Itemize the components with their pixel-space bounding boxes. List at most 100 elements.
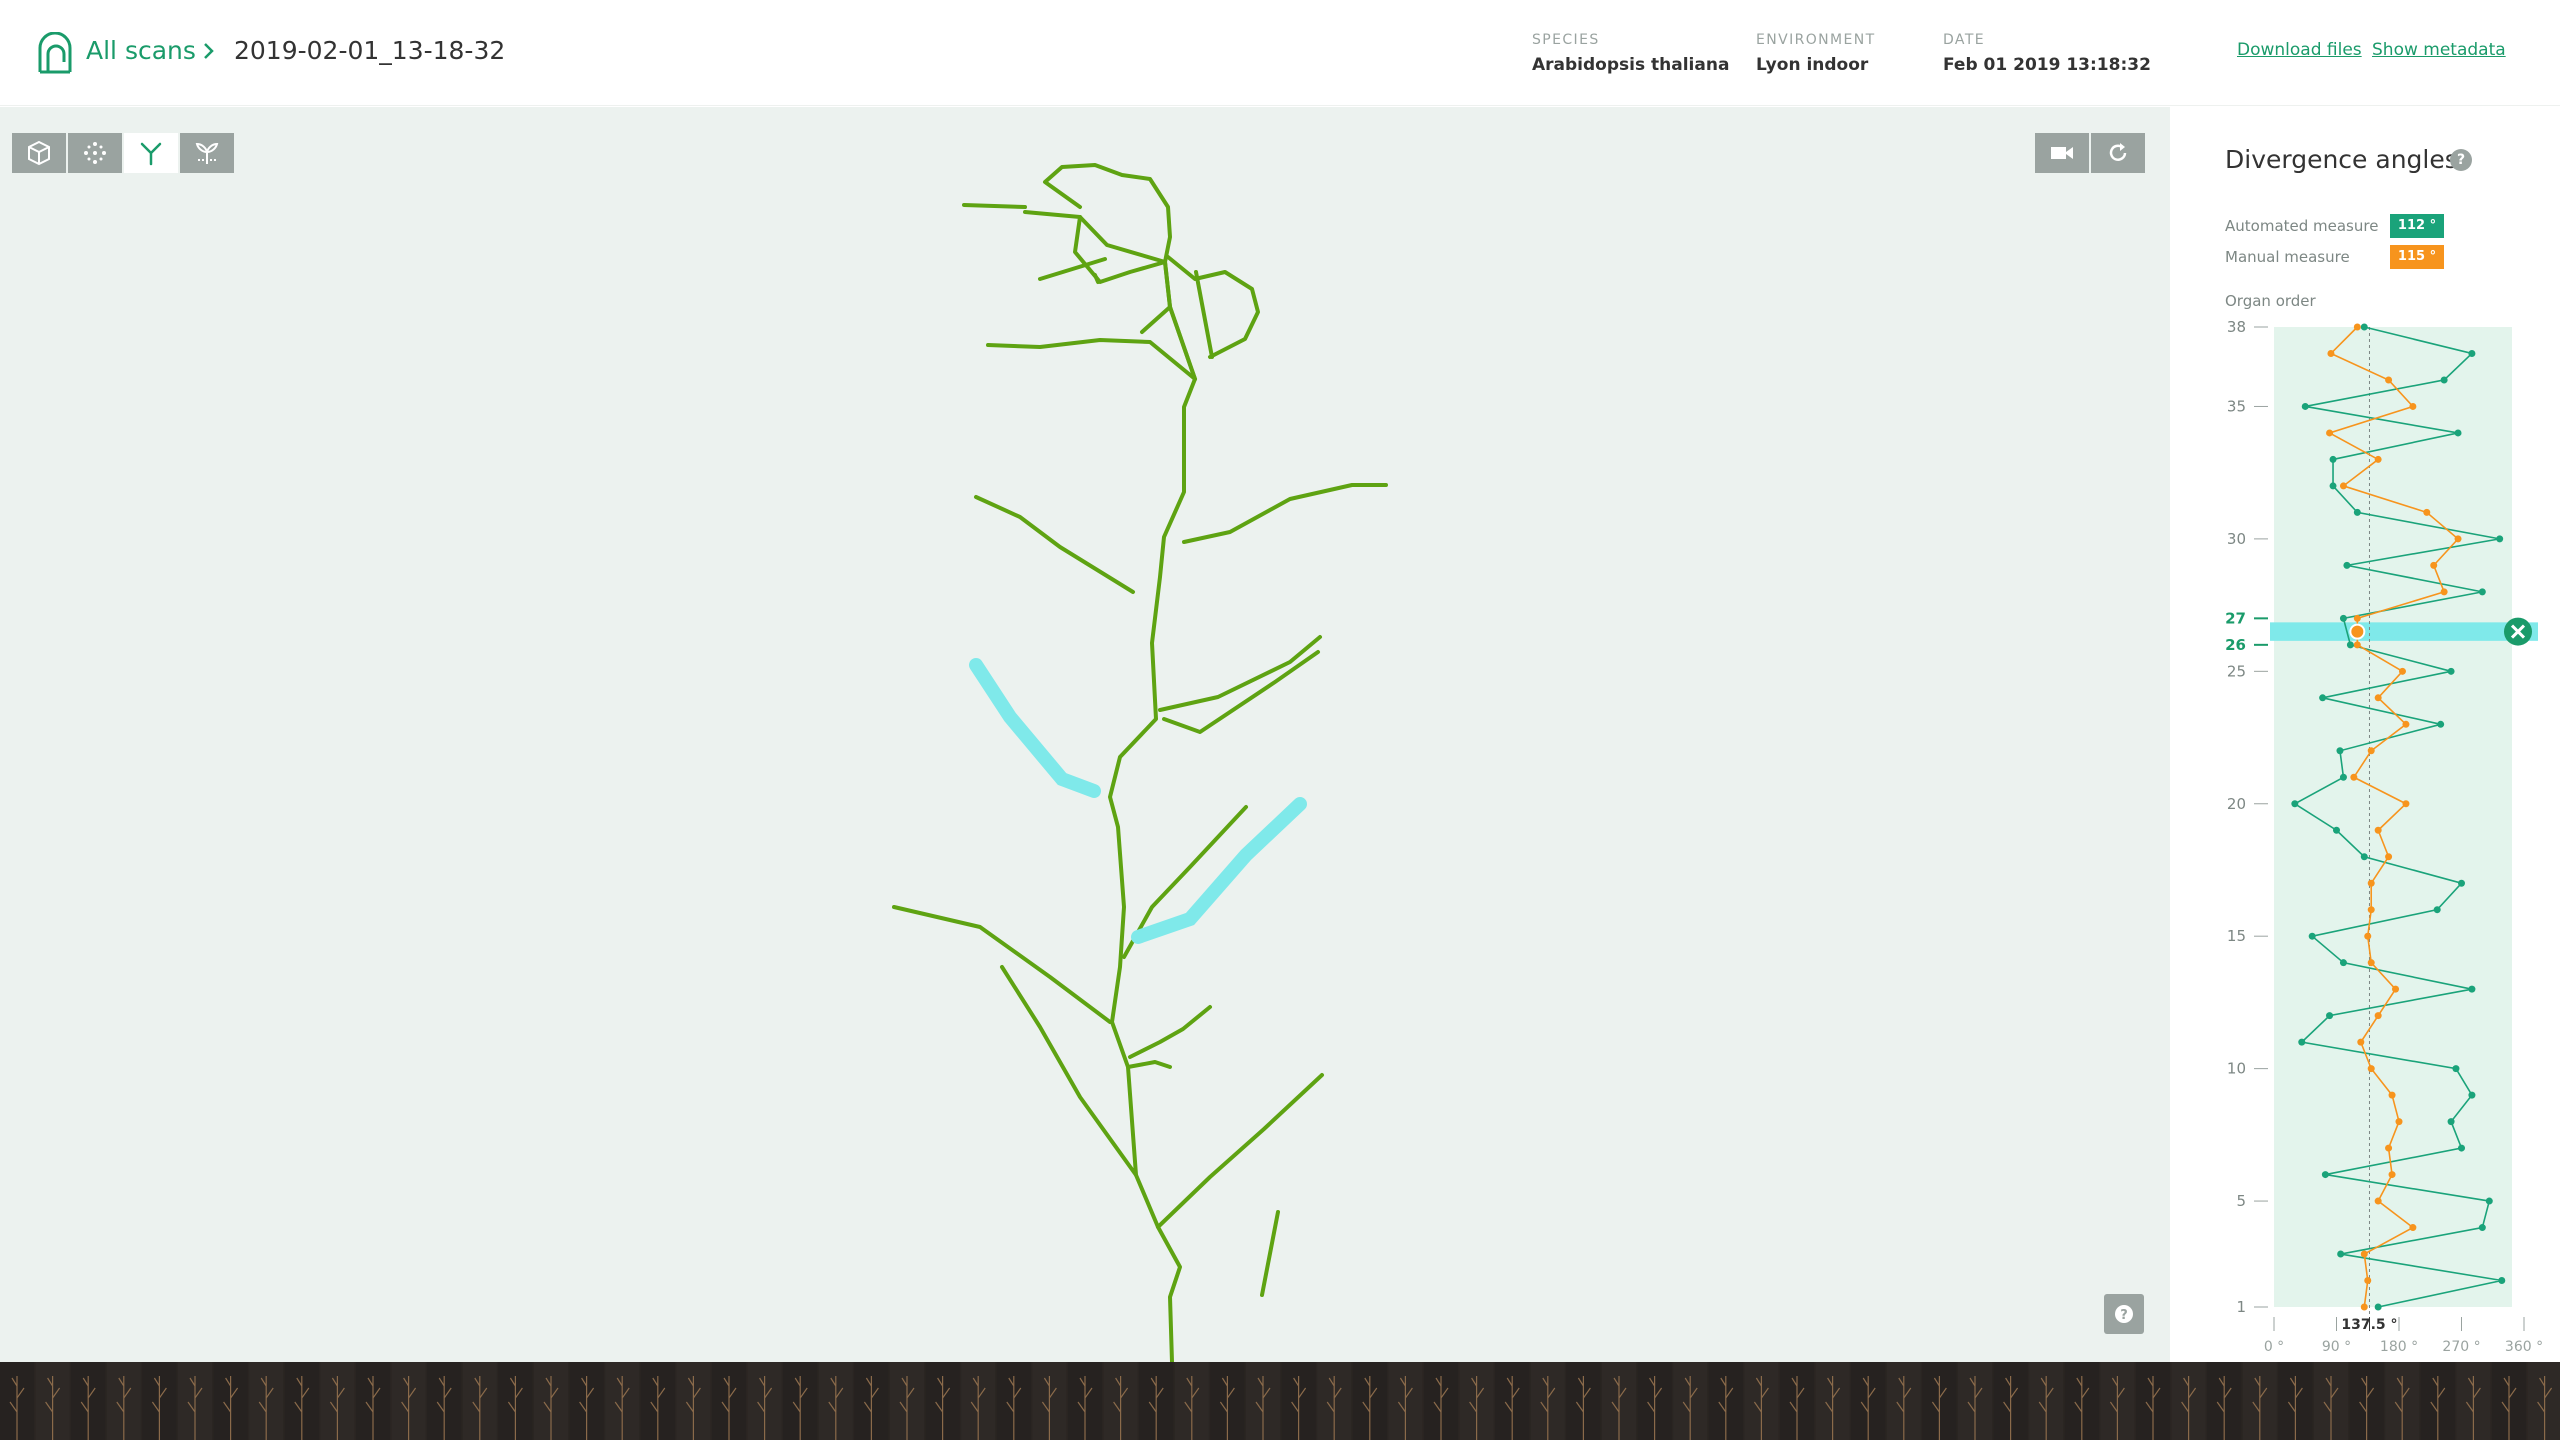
manual-point — [2385, 853, 2393, 861]
automated-point — [2447, 1118, 2455, 1126]
mesh-icon — [28, 140, 50, 166]
divergence-chart[interactable]: 151015202530353826270 ° 90 ° 180 ° 270 ° 360… — [2170, 307, 2560, 1362]
viewer-help-button[interactable]: ? — [2104, 1294, 2144, 1334]
x-tick-label: 360 ° — [2505, 1339, 2543, 1355]
reference-tick-label: 137.5 ° — [2341, 1317, 2397, 1333]
manual-point — [2364, 1277, 2372, 1285]
manual-point — [2430, 561, 2438, 569]
meta-date: DATE Feb 01 2019 13:18:32 — [1943, 32, 2151, 75]
y-tick-label-highlight: 26 — [2225, 636, 2246, 654]
automated-point — [2433, 906, 2441, 914]
y-tick-label-highlight: 27 — [2225, 609, 2246, 627]
automated-point — [2440, 376, 2448, 384]
skeleton-icon — [140, 142, 162, 166]
camera-toolbar — [2033, 133, 2145, 173]
plant-skeleton[interactable] — [0, 107, 2170, 1362]
breadcrumb-scan-name: 2019-02-01_13-18-32 — [234, 36, 506, 65]
automated-point — [2454, 429, 2462, 437]
x-tick-label: 90 ° — [2322, 1339, 2351, 1355]
manual-point — [2367, 959, 2375, 967]
automated-point — [2468, 349, 2476, 357]
automated-point — [2447, 667, 2455, 675]
manual-point — [2374, 826, 2382, 834]
image-strip[interactable] — [0, 1362, 2560, 1440]
manual-point — [2360, 1303, 2368, 1311]
manual-point — [2353, 641, 2361, 649]
manual-measure-label: Manual measure — [2225, 248, 2350, 266]
automated-point — [2478, 1224, 2486, 1232]
app-header: All scans 2019-02-01_13-18-32 SPECIES Ar… — [0, 0, 2560, 106]
manual-point — [2367, 747, 2375, 755]
show-metadata-link[interactable]: Show metadata — [2372, 40, 2506, 60]
automated-point — [2452, 1065, 2460, 1073]
organs-icon — [195, 142, 219, 164]
automated-point — [2458, 1144, 2465, 1152]
manual-point — [2388, 1091, 2396, 1099]
manual-point — [2350, 773, 2358, 781]
scan-thumbnails[interactable] — [0, 1362, 2560, 1440]
automated-point — [2337, 1250, 2345, 1258]
automated-point — [2339, 614, 2347, 622]
y-tick-label: 25 — [2227, 662, 2246, 680]
y-tick-label: 1 — [2236, 1298, 2246, 1316]
automated-point — [2346, 641, 2354, 649]
manual-point — [2398, 667, 2406, 675]
meta-environment-value: Lyon indoor — [1756, 55, 1869, 75]
automated-point — [2339, 773, 2347, 781]
manual-point — [2440, 588, 2448, 596]
manual-point — [2374, 1197, 2382, 1205]
automated-point — [2329, 455, 2337, 463]
reset-view-icon — [2109, 143, 2127, 161]
camera-button[interactable] — [2033, 133, 2089, 173]
reset-view-button[interactable] — [2089, 133, 2145, 173]
download-files-link[interactable]: Download files — [2237, 40, 2362, 60]
manual-point — [2402, 800, 2410, 808]
divergence-panel: Divergence angles ? Automated measure 11… — [2170, 107, 2560, 1362]
organs-view-button[interactable] — [180, 133, 236, 173]
manual-point — [2357, 1038, 2365, 1046]
panel-help-icon[interactable]: ? — [2450, 149, 2472, 171]
automated-measure-label: Automated measure — [2225, 217, 2379, 235]
automated-point — [2339, 959, 2347, 967]
meta-species-label: SPECIES — [1532, 32, 1600, 48]
automated-point — [2374, 1303, 2382, 1311]
meta-date-value: Feb 01 2019 13:18:32 — [1943, 55, 2151, 75]
y-tick-label: 5 — [2236, 1192, 2246, 1210]
meta-species: SPECIES Arabidopsis thaliana — [1532, 32, 1729, 75]
automated-point — [2308, 932, 2316, 940]
manual-point — [2409, 402, 2417, 410]
automated-point — [2321, 1171, 2329, 1179]
automated-point — [2319, 694, 2327, 702]
manual-point — [2374, 1012, 2382, 1020]
automated-point — [2336, 747, 2344, 755]
view-mode-toolbar — [12, 133, 236, 173]
breadcrumb-all-scans[interactable]: All scans — [86, 36, 196, 65]
automated-point — [2468, 1091, 2476, 1099]
meta-date-label: DATE — [1943, 32, 1986, 48]
3d-viewer[interactable]: ? — [0, 107, 2170, 1362]
automated-point — [2498, 1277, 2506, 1285]
y-tick-label: 20 — [2227, 795, 2246, 813]
automated-point — [2458, 879, 2465, 887]
logo-icon[interactable] — [36, 32, 74, 76]
selected-point — [2349, 623, 2366, 640]
x-tick-label: 0 ° — [2264, 1339, 2284, 1355]
y-tick-label: 35 — [2227, 397, 2246, 415]
chevron-right-icon — [204, 43, 214, 59]
automated-point — [2360, 853, 2368, 861]
scan-thumbnail[interactable] — [2527, 1362, 2560, 1440]
mesh-view-button[interactable] — [12, 133, 68, 173]
automated-point — [2360, 323, 2368, 331]
viewer-help-glyph: ? — [2120, 1308, 2128, 1323]
automated-point — [2291, 800, 2299, 808]
camera-icon — [2051, 147, 2073, 159]
manual-point — [2388, 1171, 2396, 1179]
automated-point — [2298, 1038, 2306, 1046]
clear-selection-button[interactable] — [2504, 617, 2532, 646]
automated-point — [2333, 826, 2340, 834]
manual-point — [2392, 985, 2400, 993]
manual-point — [2367, 879, 2375, 887]
manual-point — [2353, 614, 2361, 622]
point-cloud-view-button[interactable] — [68, 133, 124, 173]
skeleton-view-button[interactable] — [124, 133, 180, 173]
